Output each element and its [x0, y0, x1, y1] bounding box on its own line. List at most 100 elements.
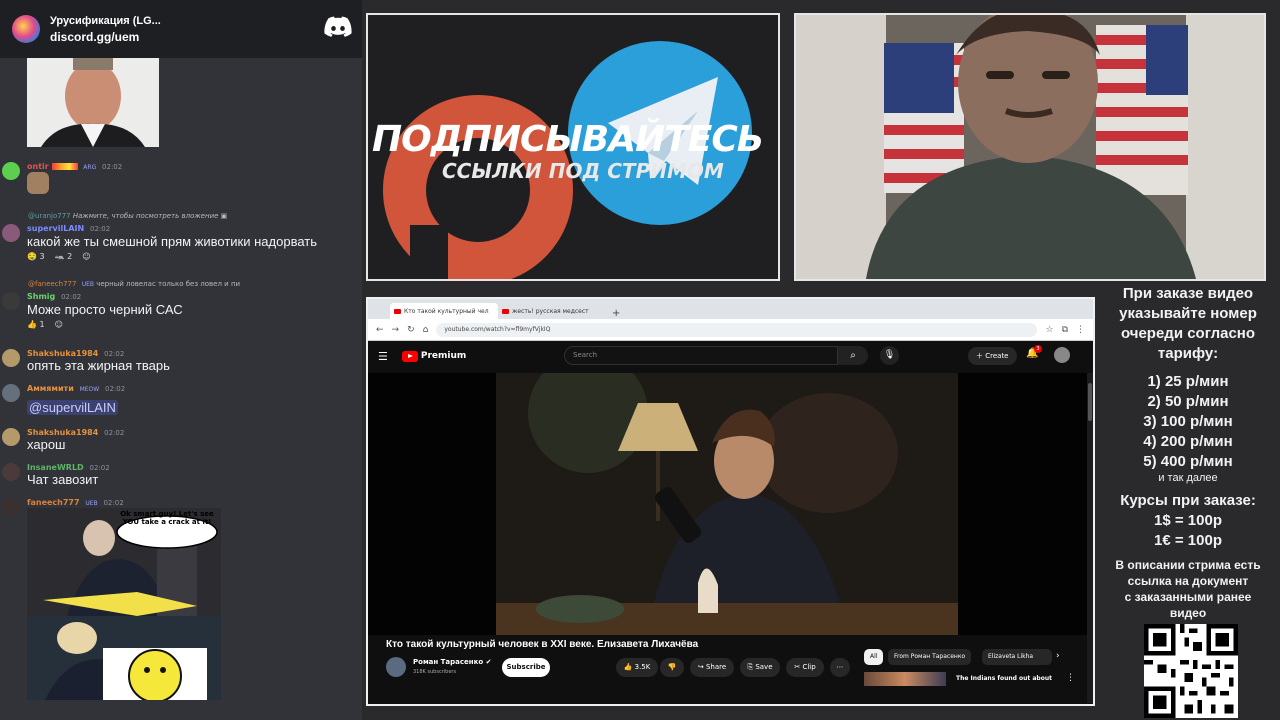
server-invite-link[interactable]: discord.gg/uem	[50, 30, 161, 44]
user-avatar[interactable]	[2, 224, 20, 242]
info-intro: очереди согласно	[1120, 325, 1256, 342]
hamburger-menu-icon[interactable]: ☰	[378, 350, 388, 363]
video-player[interactable]	[368, 373, 1087, 635]
reactions[interactable]: 👍 1 ☺	[27, 320, 63, 329]
user-avatar[interactable]	[2, 162, 20, 180]
order-info-panel: При заказе видео указывайте номер очеред…	[1096, 284, 1280, 621]
username[interactable]: Shmig 02:02	[27, 292, 81, 301]
discord-logo-icon	[324, 16, 352, 37]
save-button[interactable]: ⎘ Save	[740, 658, 780, 677]
like-button[interactable]: 👍 3.5K	[616, 658, 658, 677]
message-text: харош	[27, 437, 66, 452]
message-text: Чат завозит	[27, 472, 99, 487]
user-avatar[interactable]	[2, 463, 20, 481]
search-icon[interactable]: ⌕	[838, 346, 868, 365]
back-icon[interactable]: ←	[376, 325, 384, 335]
user-avatar[interactable]	[2, 498, 20, 516]
webcam-panel	[794, 13, 1266, 281]
recommended-more-icon[interactable]: ⋮	[1066, 673, 1075, 683]
verified-icon: ✔	[485, 658, 492, 666]
channel-avatar[interactable]	[386, 657, 406, 677]
sloth-sticker-icon	[27, 172, 49, 194]
subscribe-headline: ПОДПИСЫВАЙТЕСЬ	[372, 119, 764, 160]
server-icon	[12, 15, 40, 43]
youtube-favicon-icon	[394, 308, 401, 314]
new-tab-button[interactable]: +	[612, 308, 620, 319]
chat-message: @uranjo777 Нажмите, чтобы посмотреть вло…	[0, 210, 362, 264]
user-avatar[interactable]	[2, 384, 20, 402]
youtube-logo[interactable]: Premium	[401, 350, 466, 362]
user-avatar[interactable]	[2, 349, 20, 367]
reply-preview[interactable]: @uranjo777 Нажмите, чтобы посмотреть вло…	[28, 212, 227, 220]
url-field[interactable]: youtube.com/watch?v=fl9myfVjkIQ	[436, 322, 1038, 337]
tariff-etc: и так далее	[1158, 472, 1218, 484]
tab-strip: Кто такой культурный чел жесть! русская …	[368, 299, 1093, 319]
recommended-title[interactable]: The Indians found out about	[956, 675, 1052, 682]
create-button[interactable]: ＋ Create	[968, 347, 1017, 365]
share-button[interactable]: ↪ Share	[690, 658, 734, 677]
server-header: Урусификация (LG... discord.gg/uem	[0, 0, 362, 58]
chat-message: Shakshuka1984 02:02 харош	[0, 426, 362, 452]
info-intro: указывайте номер	[1119, 305, 1257, 322]
bookmark-star-icon[interactable]: ☆	[1045, 325, 1053, 335]
chat-message: ontir ARG 02:02	[0, 160, 362, 196]
youtube-header: ☰ Premium Search ⌕ 🎙 ＋ Create 🔔 3	[368, 341, 1093, 371]
scrollbar-thumb[interactable]	[1088, 383, 1092, 421]
username[interactable]: Аммямити MEOW 02:02	[27, 384, 125, 393]
extensions-icon[interactable]: ⧉	[1062, 325, 1068, 335]
message-text: @supervilLAIN	[27, 400, 118, 415]
recommended-thumbnail[interactable]	[864, 672, 946, 686]
webcam-feed	[796, 15, 1264, 279]
chat-message: Аммямити MEOW 02:02 @supervilLAIN	[0, 382, 362, 418]
server-title: Урусификация (LG...	[50, 14, 161, 27]
username[interactable]: supervilLAIN 02:02	[27, 224, 110, 233]
add-reaction-icon: ☺	[82, 252, 91, 261]
tariff-line: 4) 200 р/мин	[1143, 433, 1233, 450]
account-avatar[interactable]	[1054, 347, 1070, 363]
image-icon: ▣	[220, 212, 228, 220]
reply-preview[interactable]: @faneech777 UEB черный ловелас только бе…	[28, 280, 240, 288]
qr-code-icon[interactable]	[1144, 624, 1238, 718]
message-text: опять эта жирная тварь	[27, 358, 170, 373]
chip-from-channel[interactable]: From Роман Тарасенко	[888, 649, 972, 665]
more-actions-button[interactable]: ⋯	[830, 658, 850, 677]
forward-icon[interactable]: →	[392, 325, 400, 335]
attached-image-portrait[interactable]	[27, 58, 159, 147]
user-avatar[interactable]	[2, 292, 20, 310]
reaction-chip: 🤤 3	[27, 252, 45, 261]
microphone-icon[interactable]: 🎙	[880, 346, 899, 365]
browser-tab[interactable]: жесть! русская медсест	[498, 303, 606, 319]
notification-badge: 3	[1034, 345, 1042, 353]
description-note: видео	[1169, 606, 1207, 620]
user-avatar[interactable]	[2, 428, 20, 446]
user-mention[interactable]: @supervilLAIN	[27, 400, 118, 415]
reactions[interactable]: 🤤 3 🦡 2 ☺	[27, 252, 91, 261]
description-note: В описании стрима есть	[1115, 558, 1261, 572]
save-icon: ⎘	[747, 663, 754, 671]
browser-tab-active[interactable]: Кто такой культурный чел	[390, 303, 498, 319]
search-input[interactable]: Search	[564, 346, 838, 365]
subscribe-button[interactable]: Subscribe	[502, 658, 550, 677]
youtube-favicon-icon	[502, 308, 509, 314]
reload-icon[interactable]: ↻	[407, 325, 415, 335]
video-title: Кто такой культурный человек в XXI веке.…	[386, 639, 699, 650]
chip-next-icon[interactable]: ›	[1056, 651, 1060, 661]
username[interactable]: ontir ARG 02:02	[27, 162, 122, 171]
clip-button[interactable]: ✂ Clip	[786, 658, 824, 677]
menu-dots-icon[interactable]: ⋮	[1076, 325, 1085, 335]
chip-elizaveta[interactable]: Elizaveta Likha	[982, 649, 1052, 665]
username[interactable]: Shakshuka1984 02:02	[27, 349, 124, 358]
username[interactable]: Shakshuka1984 02:02	[27, 428, 124, 437]
tariff-line: 5) 400 р/мин	[1143, 453, 1233, 470]
channel-name[interactable]: Роман Тарасенко ✔	[413, 658, 492, 666]
dislike-button[interactable]: 👎	[660, 658, 684, 677]
add-reaction-icon: ☺	[54, 320, 63, 329]
username[interactable]: faneech777 UEB 02:02	[27, 498, 124, 507]
username[interactable]: InsaneWRLD 02:02	[27, 463, 110, 472]
info-intro: тарифу:	[1157, 345, 1219, 362]
tariff-line: 2) 50 р/мин	[1147, 393, 1229, 410]
page-scrollbar[interactable]	[1087, 373, 1093, 703]
home-icon[interactable]: ⌂	[423, 325, 429, 335]
chip-all[interactable]: All	[864, 649, 884, 665]
attached-meme-image[interactable]: Ok smart guy! Let's see YOU take a crack…	[27, 508, 221, 700]
